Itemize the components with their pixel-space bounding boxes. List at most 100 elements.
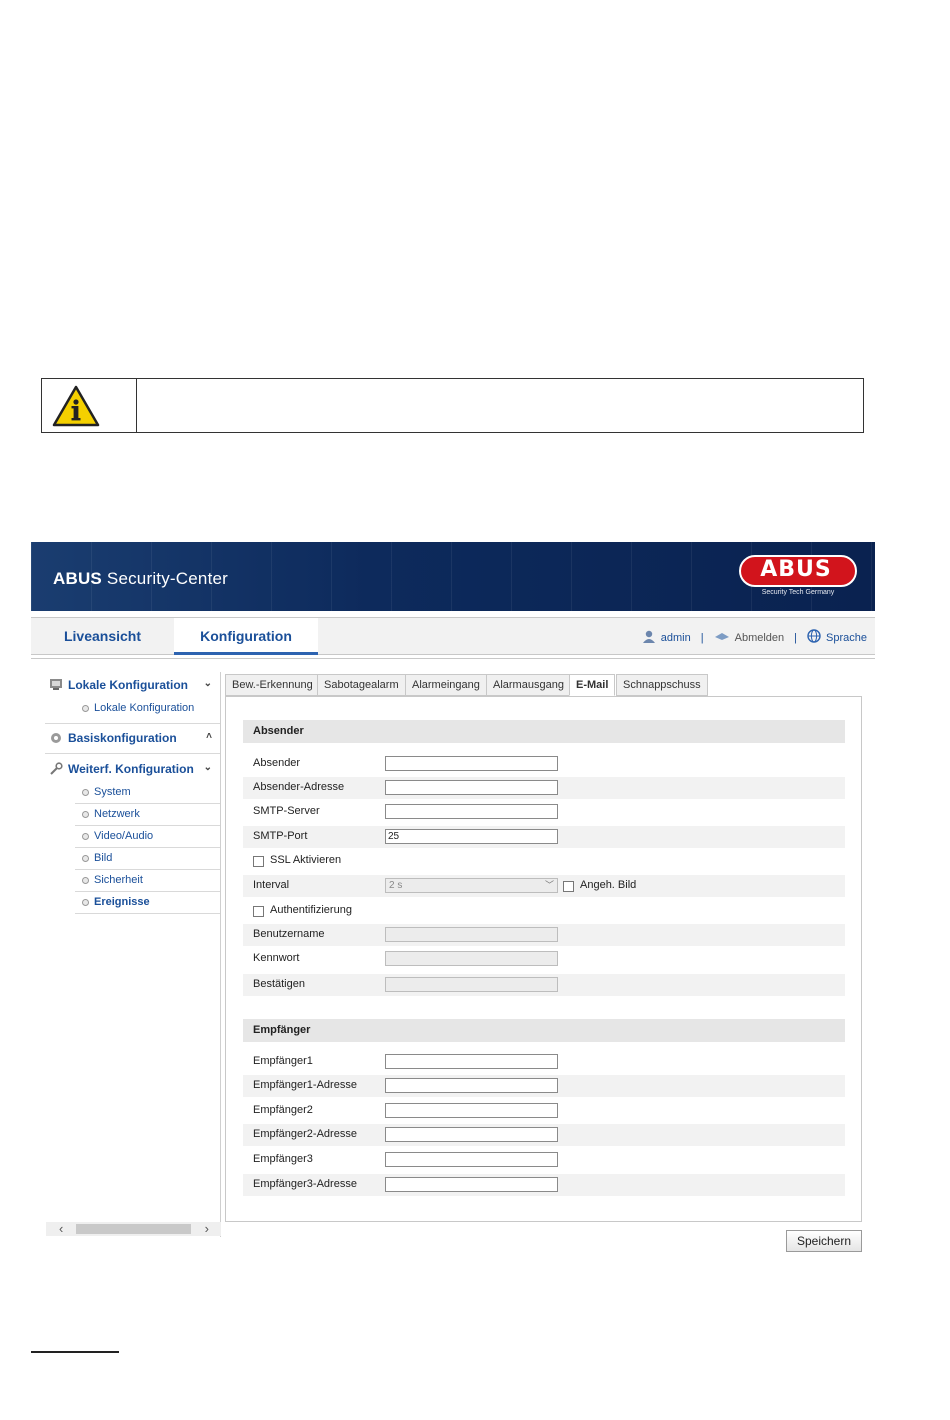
sidebar-item-video-audio[interactable]: Video/Audio xyxy=(75,826,220,848)
user-link[interactable]: admin xyxy=(661,632,691,644)
sidebar-item-system[interactable]: System xyxy=(75,782,220,804)
password-input[interactable] xyxy=(385,951,558,966)
recipient2-address-row: Empfänger2-Adresse xyxy=(243,1124,845,1146)
horizontal-scrollbar[interactable]: ‹ › xyxy=(46,1221,221,1236)
tab-alarmausgang[interactable]: Alarmausgang xyxy=(486,674,571,696)
sidebar-section-weiterf[interactable]: Weiterf. Konfiguration ⌄ xyxy=(45,756,220,782)
app-title: ABUS Security-Center xyxy=(53,569,228,589)
sender-label: Absender xyxy=(253,757,301,769)
info-text-cell xyxy=(142,385,857,426)
logout-link[interactable]: Abmelden xyxy=(735,632,785,644)
interval-label: Interval xyxy=(253,879,290,891)
scroll-right-icon[interactable]: › xyxy=(205,1221,209,1236)
tab-bew-erkennung[interactable]: Bew.-Erkennung xyxy=(225,674,320,696)
app-header: ABUS Security-Center ABUS Security Tech … xyxy=(31,542,875,611)
username-label: Benutzername xyxy=(253,928,325,940)
attach-image-checkbox[interactable] xyxy=(563,880,574,892)
recipient2-label: Empfänger2 xyxy=(253,1104,313,1116)
auth-checkbox-wrap xyxy=(253,905,264,917)
sender-address-label: Absender-Adresse xyxy=(253,781,345,793)
sidebar-item-ereignisse[interactable]: Ereignisse xyxy=(75,892,220,914)
confirm-label: Bestätigen xyxy=(253,978,305,990)
recipient3-address-input[interactable] xyxy=(385,1177,558,1192)
scrollbar-thumb[interactable] xyxy=(76,1224,191,1234)
recipient3-label: Empfänger3 xyxy=(253,1153,313,1165)
sidebar-section-lokale[interactable]: Lokale Konfiguration ⌄ xyxy=(45,672,220,698)
local-config-icon xyxy=(49,678,63,694)
tab-alarmeingang[interactable]: Alarmeingang xyxy=(405,674,487,696)
sidebar-item-label: Ereignisse xyxy=(94,896,150,908)
email-panel: Absender Absender Absender-Adresse SMTP-… xyxy=(225,696,862,1222)
recipient1-row: Empfänger1 xyxy=(243,1051,845,1073)
sidebar-divider xyxy=(45,723,220,724)
sidebar-section-label: Basiskonfiguration xyxy=(68,731,177,745)
sidebar-section-label: Lokale Konfiguration xyxy=(68,678,188,692)
tab-email[interactable]: E-Mail xyxy=(569,674,616,696)
smtp-server-row: SMTP-Server xyxy=(243,801,845,823)
confirm-row: Bestätigen xyxy=(243,974,845,996)
confirm-input[interactable] xyxy=(385,977,558,992)
sidebar-section-basis[interactable]: Basiskonfiguration ˄ xyxy=(45,725,220,751)
chevron-down-icon: ⌄ xyxy=(203,678,212,689)
auth-checkbox[interactable] xyxy=(253,905,264,917)
interval-row: Interval 2 s ﹀ Angeh. Bild xyxy=(243,875,845,897)
sidebar-item-label: System xyxy=(94,786,131,798)
password-label: Kennwort xyxy=(253,952,300,964)
tab-sabotagealarm[interactable]: Sabotagealarm xyxy=(317,674,406,696)
brand-rest: Security-Center xyxy=(101,569,229,588)
recipient2-row: Empfänger2 xyxy=(243,1100,845,1122)
sidebar-item-netzwerk[interactable]: Netzwerk xyxy=(75,804,220,826)
sender-section-header: Absender xyxy=(243,720,845,743)
recipient3-input[interactable] xyxy=(385,1152,558,1167)
sidebar-divider xyxy=(45,753,220,754)
recipient1-address-input[interactable] xyxy=(385,1078,558,1093)
tab-schnappschuss[interactable]: Schnappschuss xyxy=(616,674,708,696)
footnote-rule xyxy=(31,1351,119,1353)
sidebar-item-label: Netzwerk xyxy=(94,808,140,820)
chevron-up-icon: ˄ xyxy=(206,731,212,742)
wrench-icon xyxy=(49,762,63,779)
scroll-left-icon[interactable]: ‹ xyxy=(59,1221,63,1236)
ssl-checkbox[interactable] xyxy=(253,855,264,867)
user-bar: admin | Abmelden | Sprache xyxy=(642,629,867,646)
info-box xyxy=(41,378,864,433)
basic-config-icon xyxy=(49,731,63,748)
smtp-port-input[interactable] xyxy=(385,829,558,844)
recipient1-input[interactable] xyxy=(385,1054,558,1069)
recipient2-address-label: Empfänger2-Adresse xyxy=(253,1128,357,1140)
sender-row: Absender xyxy=(243,753,845,775)
tab-liveansicht[interactable]: Liveansicht xyxy=(31,618,174,655)
interval-value: 2 s xyxy=(389,880,403,891)
ssl-label: SSL Aktivieren xyxy=(270,854,342,866)
language-link[interactable]: Sprache xyxy=(826,632,867,644)
recipient3-address-row: Empfänger3-Adresse xyxy=(243,1174,845,1196)
recipient2-address-input[interactable] xyxy=(385,1127,558,1142)
tab-konfiguration[interactable]: Konfiguration xyxy=(174,618,318,655)
recipient1-address-label: Empfänger1-Adresse xyxy=(253,1079,357,1091)
sidebar-item-bild[interactable]: Bild xyxy=(75,848,220,870)
username-input[interactable] xyxy=(385,927,558,942)
attach-image-checkbox-wrap xyxy=(563,880,574,892)
separator: | xyxy=(700,631,704,644)
app-window: ABUS Security-Center ABUS Security Tech … xyxy=(31,542,875,1262)
user-icon xyxy=(642,630,656,646)
sidebar-item-lokale-konfiguration[interactable]: Lokale Konfiguration xyxy=(75,698,220,720)
recipient2-input[interactable] xyxy=(385,1103,558,1118)
sidebar-item-sicherheit[interactable]: Sicherheit xyxy=(75,870,220,892)
smtp-server-input[interactable] xyxy=(385,804,558,819)
logo-text: ABUS xyxy=(760,557,832,582)
recipient1-label: Empfänger1 xyxy=(253,1055,313,1067)
sender-input[interactable] xyxy=(385,756,558,771)
save-button[interactable]: Speichern xyxy=(786,1230,862,1252)
sidebar-section-label: Weiterf. Konfiguration xyxy=(68,762,194,776)
interval-select[interactable]: 2 s ﹀ xyxy=(385,878,558,893)
sender-address-row: Absender-Adresse xyxy=(243,777,845,799)
username-row: Benutzername xyxy=(243,924,845,946)
chevron-down-icon: ﹀ xyxy=(544,880,554,890)
sender-address-input[interactable] xyxy=(385,780,558,795)
warning-info-icon xyxy=(52,385,100,427)
bullet-icon xyxy=(82,833,89,840)
nav-divider xyxy=(31,658,875,659)
bullet-icon xyxy=(82,877,89,884)
recipient-section-header: Empfänger xyxy=(243,1019,845,1042)
